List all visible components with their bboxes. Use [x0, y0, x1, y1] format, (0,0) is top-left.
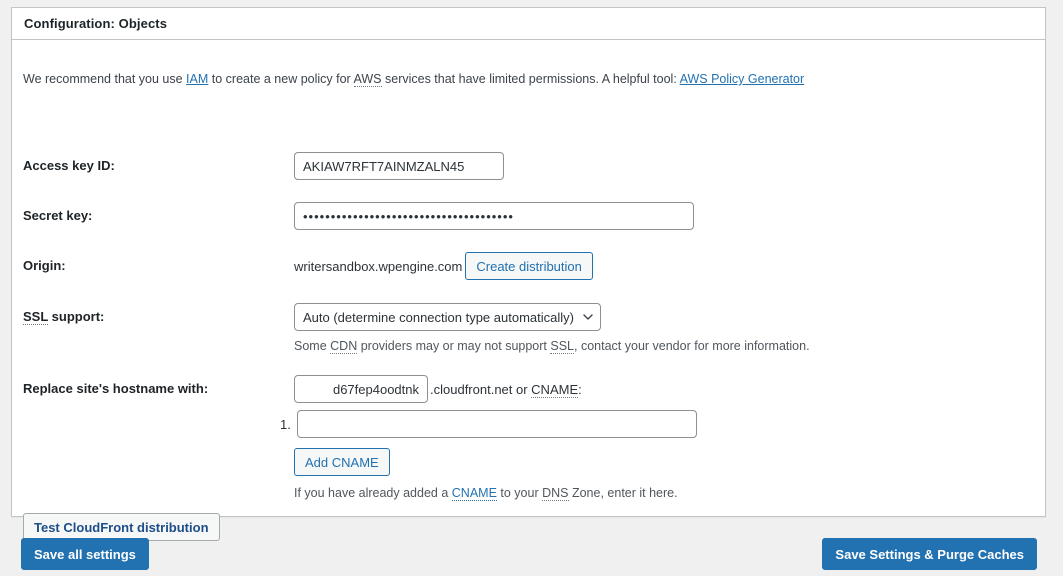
cname-helper-text: If you have already added a CNAME to you… — [294, 486, 697, 501]
intro-text-2: to create a new policy for — [208, 72, 354, 86]
ssl-helper-mid: providers may or may not support — [357, 339, 551, 353]
configuration-panel: Configuration: Objects We recommend that… — [11, 7, 1046, 541]
footer-right: Save Settings & Purge Caches — [822, 538, 1037, 570]
hostname-label: Replace site's hostname with: — [23, 381, 209, 396]
ssl-support-label: SSL support: — [23, 309, 105, 325]
footer-left: Save all settings — [21, 538, 149, 570]
create-distribution-button[interactable]: Create distribution — [465, 252, 593, 280]
intro-paragraph: We recommend that you use IAM to create … — [23, 71, 804, 89]
cname-helper-mid: to your — [496, 486, 543, 500]
origin-value: writersandbox.wpengine.com — [294, 258, 463, 274]
add-cname-row: Add CNAME — [294, 448, 697, 476]
access-key-label: Access key ID: — [23, 158, 115, 173]
origin-label: Origin: — [23, 258, 66, 273]
aws-abbreviation: AWS — [353, 72, 382, 87]
cname-helper-post: Zone, enter it here. — [568, 486, 678, 500]
intro-text-1: We recommend that you use — [23, 72, 187, 86]
cname-helper-pre: If you have already added a — [294, 486, 452, 500]
ssl-helper-pre: Some — [294, 339, 331, 353]
cname-helper-link[interactable]: CNAME — [451, 486, 497, 501]
ssl-abbreviation-helper: SSL — [550, 339, 575, 354]
ssl-abbreviation: SSL — [23, 309, 49, 325]
dns-abbreviation: DNS — [542, 486, 569, 501]
cdn-abbreviation: CDN — [330, 339, 358, 354]
secret-key-input[interactable] — [294, 202, 694, 230]
panel-body: We recommend that you use IAM to create … — [12, 40, 1045, 541]
test-cloudfront-distribution-button[interactable]: Test CloudFront distribution — [23, 513, 220, 541]
add-cname-button[interactable]: Add CNAME — [294, 448, 390, 476]
save-all-settings-button[interactable]: Save all settings — [21, 538, 149, 570]
ssl-label-rest: support: — [48, 309, 105, 324]
ssl-support-select-wrapper[interactable]: Auto (determine connection type automati… — [294, 303, 601, 331]
access-key-input[interactable] — [294, 152, 504, 180]
aws-policy-generator-link[interactable]: AWS Policy Generator — [680, 72, 805, 86]
secret-key-label: Secret key: — [23, 208, 93, 223]
cname-index-label: 1. — [280, 416, 291, 432]
hostname-suffix-pre: .cloudfront.net or — [430, 381, 532, 397]
ssl-support-select[interactable]: Auto (determine connection type automati… — [294, 303, 601, 331]
cname-input[interactable] — [296, 410, 697, 438]
panel-title: Configuration: Objects — [12, 8, 1045, 40]
save-settings-purge-caches-button[interactable]: Save Settings & Purge Caches — [822, 538, 1037, 570]
intro-text-3: services that have limited permissions. … — [381, 72, 680, 86]
cname-list-item: 1. — [280, 410, 697, 438]
ssl-helper-post: , contact your vendor for more informati… — [574, 339, 810, 353]
hostname-field-line: .cloudfront.net or CNAME: — [294, 375, 697, 403]
ssl-helper-text: Some CDN providers may or may not suppor… — [294, 339, 810, 354]
hostname-input[interactable] — [294, 375, 428, 403]
cname-abbreviation: CNAME — [531, 381, 579, 398]
hostname-suffix-post: : — [578, 381, 582, 397]
iam-link[interactable]: IAM — [186, 72, 208, 86]
hostname-suffix: .cloudfront.net or CNAME: — [430, 381, 582, 398]
